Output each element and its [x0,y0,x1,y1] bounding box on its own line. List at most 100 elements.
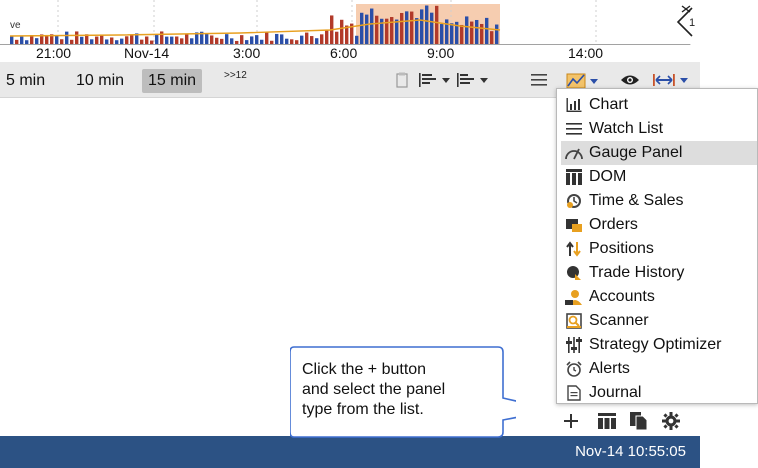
bar-chart-icon [565,96,583,114]
align-left-dropdown-icon[interactable] [418,69,452,91]
menu-item-label: Alerts [589,360,630,377]
volume-bar [45,36,49,44]
volume-bar [355,35,359,44]
volume-bar [165,36,169,44]
dom-columns-icon [598,413,616,429]
clipboard-icon[interactable] [396,69,408,91]
menu-item-trade-history[interactable]: Trade History [561,261,757,285]
menu-item-orders[interactable]: Orders [561,213,757,237]
menu-item-label: Accounts [589,288,655,305]
time-tick-label: 21:00 [36,45,72,61]
volume-bar [480,23,484,44]
menu-item-dom[interactable]: DOM [561,165,757,189]
menu-item-label: Orders [589,216,638,233]
menu-item-label: Scanner [589,312,649,329]
volume-bar [430,12,434,44]
volume-bar [125,36,129,44]
volume-bar [420,9,424,44]
menu-item-label: Time & Sales [589,192,684,209]
volume-bar [325,30,329,44]
menu-item-label: Gauge Panel [589,144,683,161]
menu-item-positions[interactable]: Positions [561,237,757,261]
volume-bar [280,34,284,44]
volume-bar [445,19,449,44]
volume-bar [240,35,244,44]
svg-text:1: 1 [689,17,695,29]
layout-button[interactable] [596,410,618,432]
volume-bar [185,33,189,44]
volume-bar [20,36,24,44]
volume-bar [130,34,134,44]
more-intervals-button[interactable]: >>12 [224,70,247,81]
chart-strip[interactable]: ve 1 21:00 Nov-14 3:00 6:00 9:00 14:00 [0,0,700,62]
interval-5min-button[interactable]: 5 min [0,69,51,93]
menu-item-scanner[interactable]: Scanner [561,309,757,333]
copy-panel-button[interactable] [628,410,650,432]
volume-bar [335,31,339,44]
optimizer-sliders-icon [565,336,583,354]
orders-icon [565,216,583,234]
volume-bar [95,36,99,44]
volume-bar [300,35,304,44]
interval-10min-button[interactable]: 10 min [70,69,130,93]
add-panel-button[interactable] [560,410,582,432]
time-axis: 21:00 Nov-14 3:00 6:00 9:00 14:00 [0,44,700,62]
menu-item-label: Watch List [589,120,664,137]
menu-item-gauge-panel[interactable]: Gauge Panel [561,141,757,165]
menu-item-strategy-optimizer[interactable]: Strategy Optimizer [561,333,757,357]
align-dropdown-icon[interactable] [456,69,490,91]
volume-bar [405,11,409,44]
time-tick-label: 6:00 [330,45,358,61]
menu-item-alerts[interactable]: Alerts [561,357,757,381]
interval-15min-button[interactable]: 15 min [142,69,203,93]
time-tick-label: 9:00 [427,45,455,61]
volume-bar [425,5,429,44]
drawing-tool-icon[interactable]: 1 [672,2,700,42]
callout-line: Click the + button [302,361,427,378]
volume-bar [310,36,314,44]
volume-bar [475,19,479,44]
status-bar: Nov-14 10:55:05 [0,436,700,468]
volume-bar [485,17,489,44]
menu-item-label: Positions [589,240,654,257]
menu-item-label: Journal [589,384,642,401]
settings-button[interactable] [660,410,682,432]
volume-bar [375,15,379,44]
journal-icon [565,384,583,402]
menu-item-label: Strategy Optimizer [589,336,722,353]
volume-bar [465,16,469,44]
volume-bar [370,8,374,44]
time-tick-label: Nov-14 [124,45,170,61]
volume-bar [275,33,279,44]
menu-item-journal[interactable]: Journal [561,381,757,405]
gauge-icon [565,144,583,162]
volume-bar [225,34,229,44]
volume-bar [450,23,454,44]
time-tick-label: 3:00 [233,45,261,61]
volume-bar [395,19,399,44]
volume-bar [415,18,419,44]
menu-lines-icon[interactable] [530,69,548,91]
list-lines-icon [565,120,583,138]
menu-item-label: Trade History [589,264,685,281]
volume-bar [145,36,149,44]
tutorial-callout: Click the + button and select the panel … [290,346,516,438]
volume-bar [365,14,369,44]
callout-text: Click the + button and select the panel … [302,360,512,420]
volume-bar [80,36,84,44]
menu-item-time-sales[interactable]: Time & Sales [561,189,757,213]
time-tick-label: 14:00 [568,45,604,61]
callout-line: type from the list. [302,401,424,418]
volume-bar [265,32,269,44]
menu-item-accounts[interactable]: Accounts [561,285,757,309]
volume-bar [410,11,414,44]
volume-bar [175,36,179,44]
menu-item-chart[interactable]: Chart [561,93,757,117]
volume-bar [305,32,309,44]
volume-bar [210,35,214,44]
copy-pages-icon [630,412,648,430]
menu-item-watch-list[interactable]: Watch List [561,117,757,141]
volume-bar [320,34,324,44]
trade-history-icon [565,264,583,282]
volume-bar [100,35,104,44]
